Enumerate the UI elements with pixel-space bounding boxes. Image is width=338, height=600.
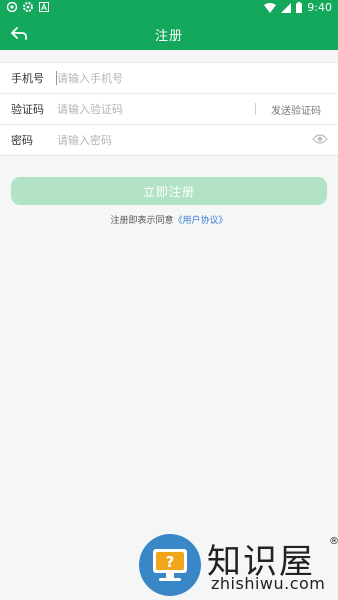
password-input[interactable]: 请输入密码 (57, 132, 112, 148)
signal-icon (281, 2, 292, 13)
registered-mark: ® (329, 536, 338, 547)
battery-icon (296, 2, 303, 13)
code-label: 验证码 (11, 103, 44, 116)
phone-input[interactable]: 请输入手机号 (57, 70, 123, 86)
app-bar: 注册 (0, 17, 338, 50)
register-form: 手机号 请输入手机号 验证码 请输入验证码 发送验证码 密码 请输入密码 (0, 62, 338, 156)
code-row: 验证码 请输入验证码 发送验证码 (0, 94, 338, 125)
register-button[interactable]: 立即注册 (11, 177, 327, 205)
password-row: 密码 请输入密码 (0, 125, 338, 155)
wifi-icon (264, 2, 277, 13)
settings-icon (23, 2, 33, 12)
phone-label: 手机号 (11, 72, 44, 85)
watermark: ? 知识屋 ® zhishiwu.com (139, 532, 338, 600)
agreement-prefix: 注册即表示同意 (110, 216, 174, 226)
watermark-logo: ? (139, 534, 201, 596)
svg-text:?: ? (166, 553, 175, 571)
phone-row: 手机号 请输入手机号 (0, 63, 338, 94)
chrome-icon (7, 2, 17, 12)
status-bar: 9:40 (0, 0, 338, 17)
question-monitor-icon: ? (153, 549, 187, 581)
agreement-text: 注册即表示同意《用户协议》 (0, 213, 338, 226)
user-agreement-link[interactable]: 《用户协议》 (174, 216, 228, 226)
accessibility-icon (39, 2, 49, 12)
send-code-button[interactable]: 发送验证码 (271, 102, 321, 117)
status-time: 9:40 (307, 1, 332, 14)
eye-icon[interactable] (312, 133, 328, 145)
watermark-url: zhishiwu.com (211, 574, 326, 593)
code-input[interactable]: 请输入验证码 (57, 101, 123, 117)
password-label: 密码 (11, 134, 33, 147)
divider (255, 103, 256, 115)
page-title: 注册 (154, 29, 183, 44)
